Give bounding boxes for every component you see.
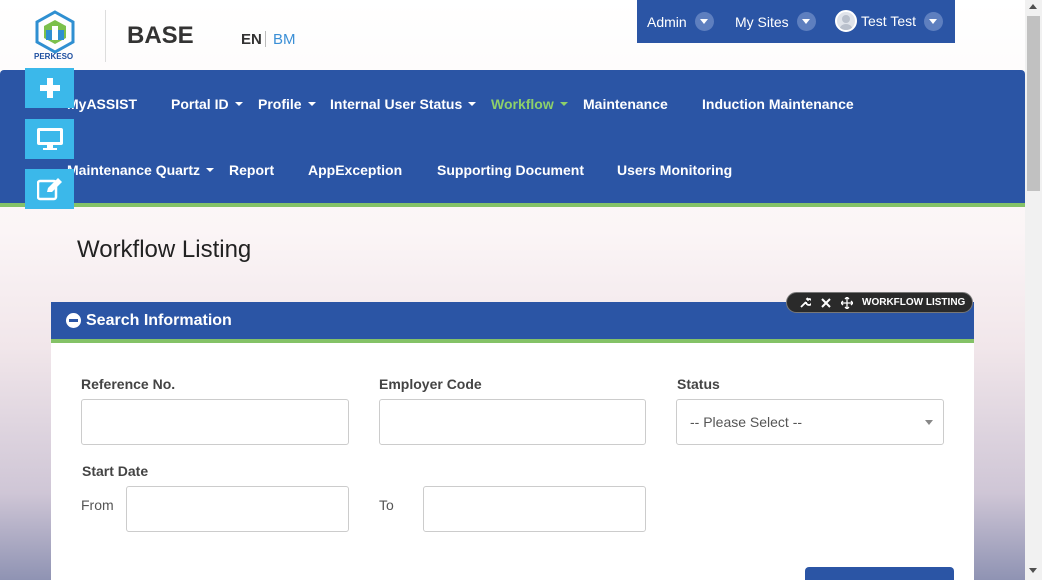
start-date-label: Start Date	[82, 463, 149, 479]
scroll-down-icon[interactable]	[1029, 568, 1037, 573]
to-label: To	[379, 497, 394, 513]
user-menu[interactable]: Test Test	[835, 10, 943, 32]
nav-item-report[interactable]: Report	[229, 162, 274, 178]
nav-item-maintenance-quartz[interactable]: Maintenance Quartz	[67, 162, 214, 178]
my-sites-menu-label: My Sites	[735, 13, 789, 30]
edit-icon	[36, 178, 62, 201]
nav-item-appexception[interactable]: AppException	[308, 162, 402, 178]
nav-item-internal-user-status[interactable]: Internal User Status	[330, 96, 476, 112]
search-button[interactable]	[805, 567, 954, 580]
from-date-input[interactable]	[126, 486, 349, 532]
lang-divider	[265, 31, 266, 47]
employer-code-input[interactable]	[379, 399, 646, 445]
add-button[interactable]	[25, 68, 74, 108]
monitor-button[interactable]	[25, 119, 74, 159]
app-title: BASE	[127, 22, 194, 49]
portlet-title: WORKFLOW LISTING	[862, 297, 966, 308]
status-select-value: -- Please Select --	[690, 414, 803, 430]
logo-text: PERKESO	[34, 52, 74, 61]
status-select[interactable]: -- Please Select --	[676, 399, 944, 445]
move-icon[interactable]	[841, 296, 853, 309]
nav-item-myassist[interactable]: MyASSIST	[67, 96, 137, 112]
nav-item-users-monitoring[interactable]: Users Monitoring	[617, 162, 732, 178]
monitor-icon	[36, 128, 63, 150]
nav-item-supporting-document[interactable]: Supporting Document	[437, 162, 584, 178]
my-sites-menu[interactable]: My Sites	[735, 12, 816, 31]
main-nav: MyASSIST Portal ID Profile Internal User…	[0, 70, 1025, 207]
page-title: Workflow Listing	[77, 236, 252, 263]
chevron-down-icon	[694, 12, 714, 31]
user-menu-label: Test Test	[861, 13, 916, 29]
scroll-up-icon[interactable]	[1029, 4, 1037, 9]
nav-item-profile[interactable]: Profile	[258, 96, 316, 112]
top-user-bar: Admin My Sites Test Test	[637, 0, 955, 43]
admin-menu[interactable]: Admin	[647, 12, 714, 31]
chevron-down-icon	[924, 11, 943, 31]
chevron-down-icon	[796, 12, 816, 31]
lang-en-link[interactable]: EN	[241, 31, 262, 48]
header-divider	[105, 10, 106, 62]
chevron-down-icon	[925, 420, 933, 425]
admin-menu-label: Admin	[647, 13, 687, 30]
avatar	[835, 10, 857, 32]
scrollbar-thumb[interactable]	[1027, 16, 1040, 191]
from-label: From	[81, 497, 114, 513]
reference-no-input[interactable]	[81, 399, 349, 445]
portlet-toolbar: WORKFLOW LISTING	[786, 292, 973, 313]
employer-code-label: Employer Code	[379, 376, 482, 392]
close-icon[interactable]	[820, 297, 832, 309]
status-label: Status	[677, 376, 720, 392]
plus-icon	[39, 78, 60, 98]
collapse-icon[interactable]	[66, 313, 81, 328]
wrench-icon[interactable]	[799, 297, 811, 309]
to-date-input[interactable]	[423, 486, 646, 532]
lang-bm-link[interactable]: BM	[273, 31, 296, 48]
search-panel-title: Search Information	[86, 311, 232, 329]
page-scrollbar[interactable]	[1025, 0, 1042, 580]
nav-item-maintenance[interactable]: Maintenance	[583, 96, 668, 112]
reference-no-label: Reference No.	[81, 376, 176, 392]
nav-item-workflow[interactable]: Workflow	[491, 96, 568, 112]
nav-item-induction-maintenance[interactable]: Induction Maintenance	[702, 96, 854, 112]
nav-item-portal-id[interactable]: Portal ID	[171, 96, 243, 112]
edit-button[interactable]	[25, 169, 74, 209]
